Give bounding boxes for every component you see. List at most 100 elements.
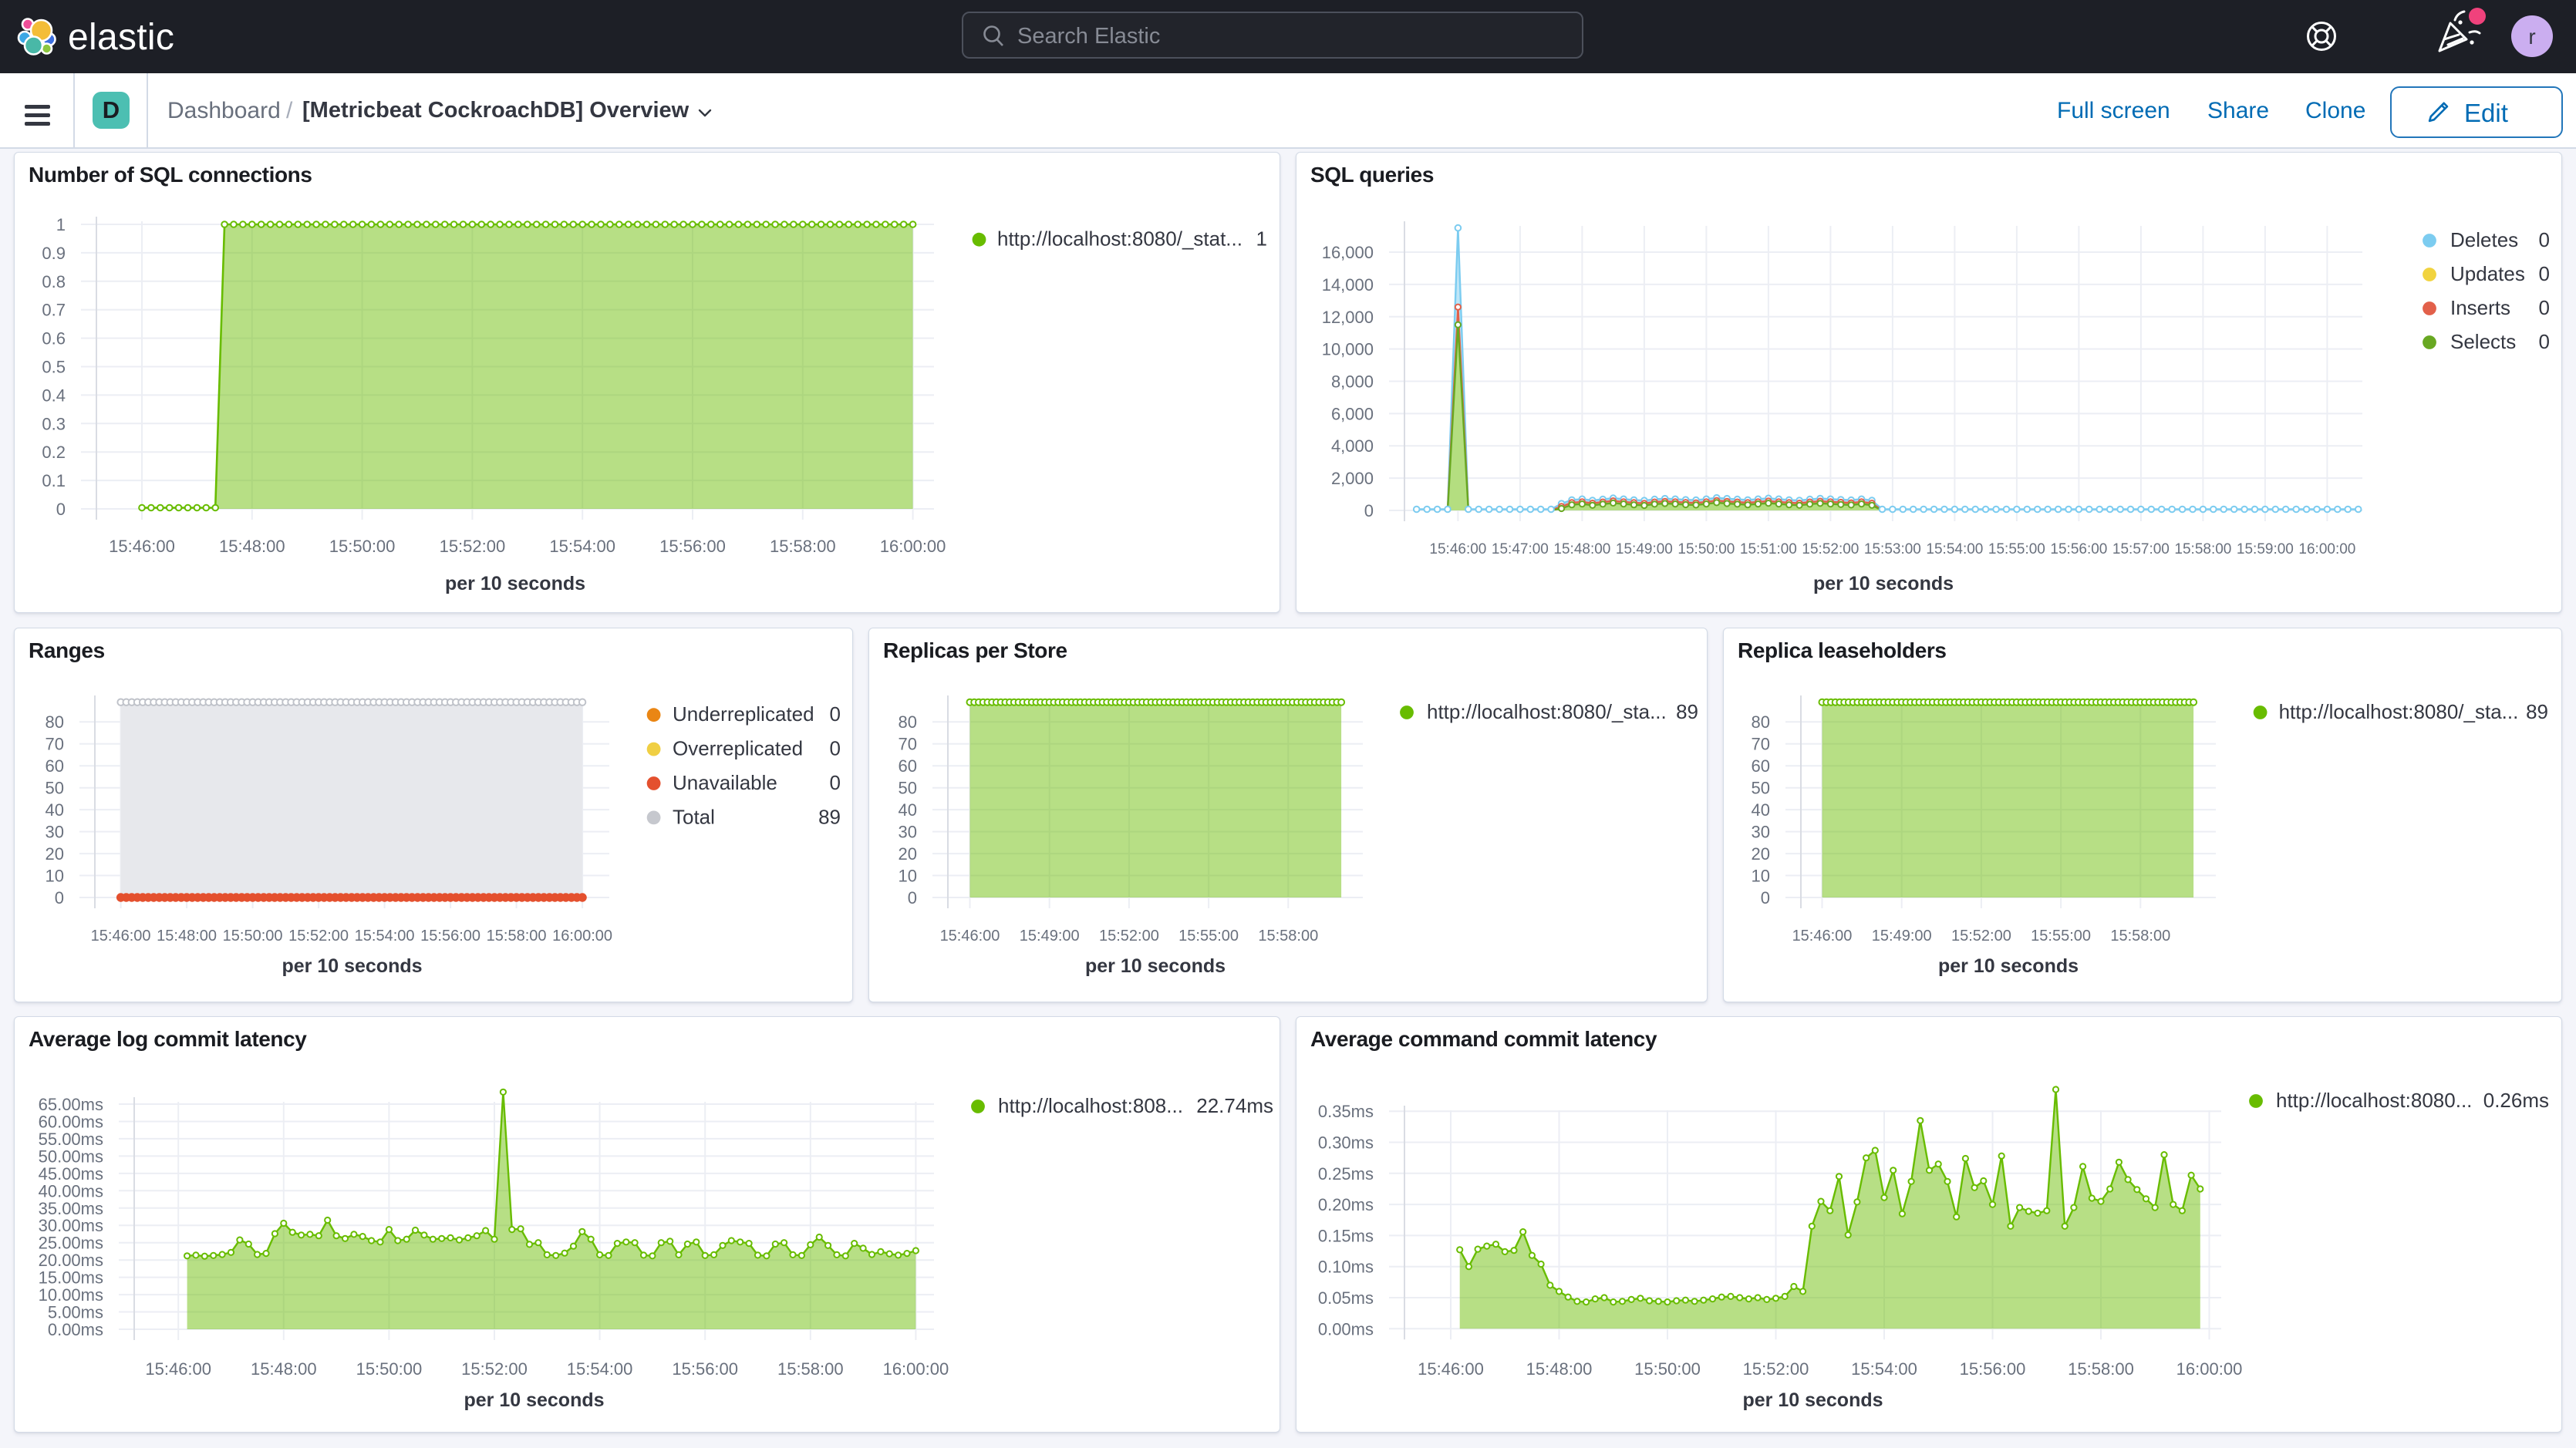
- svg-text:15:48:00: 15:48:00: [1526, 1359, 1593, 1379]
- svg-text:0.25ms: 0.25ms: [1318, 1164, 1374, 1184]
- svg-text:15:56:00: 15:56:00: [659, 537, 726, 556]
- svg-text:0: 0: [908, 888, 917, 908]
- svg-text:http://localhost:8080/_sta...: http://localhost:8080/_sta...: [2279, 700, 2519, 723]
- svg-text:http://localhost:8080/_sta...: http://localhost:8080/_sta...: [1427, 700, 1667, 723]
- svg-text:45.00ms: 45.00ms: [39, 1164, 103, 1184]
- svg-text:15:50:00: 15:50:00: [356, 1359, 423, 1379]
- svg-text:0.8: 0.8: [42, 272, 66, 291]
- svg-text:10: 10: [46, 867, 64, 886]
- svg-text:0.15ms: 0.15ms: [1318, 1226, 1374, 1245]
- svg-text:15:46:00: 15:46:00: [1418, 1359, 1484, 1379]
- svg-text:0: 0: [2539, 228, 2550, 251]
- svg-text:15:52:00: 15:52:00: [1802, 541, 1859, 557]
- svg-text:8,000: 8,000: [1331, 372, 1374, 392]
- svg-text:15:48:00: 15:48:00: [219, 537, 285, 556]
- svg-text:40: 40: [46, 800, 64, 820]
- svg-text:10: 10: [1752, 867, 1770, 886]
- svg-text:16:00:00: 16:00:00: [880, 537, 946, 556]
- svg-text:0.00ms: 0.00ms: [48, 1320, 103, 1339]
- svg-text:per 10 seconds: per 10 seconds: [464, 1389, 604, 1411]
- svg-text:0.2: 0.2: [42, 443, 66, 462]
- svg-text:40: 40: [899, 800, 917, 820]
- svg-text:50.00ms: 50.00ms: [39, 1147, 103, 1166]
- svg-text:15:51:00: 15:51:00: [1740, 541, 1797, 557]
- svg-text:per 10 seconds: per 10 seconds: [1813, 573, 1954, 594]
- svg-text:15:56:00: 15:56:00: [672, 1359, 738, 1379]
- svg-text:0: 0: [830, 737, 841, 760]
- svg-text:0: 0: [1761, 888, 1770, 908]
- svg-text:r: r: [2528, 25, 2535, 49]
- svg-text:70: 70: [46, 735, 64, 754]
- svg-text:30: 30: [899, 823, 917, 842]
- svg-text:0: 0: [830, 771, 841, 794]
- svg-text:20: 20: [899, 844, 917, 864]
- svg-text:15:49:00: 15:49:00: [1020, 928, 1080, 945]
- svg-text:per 10 seconds: per 10 seconds: [282, 955, 422, 977]
- svg-text:per 10 seconds: per 10 seconds: [445, 573, 585, 594]
- svg-text:30: 30: [46, 823, 64, 842]
- svg-text:http://localhost:808...: http://localhost:808...: [998, 1094, 1183, 1117]
- svg-text:Total: Total: [673, 805, 715, 828]
- svg-text:70: 70: [1752, 735, 1770, 754]
- svg-text:Underreplicated: Underreplicated: [673, 702, 814, 726]
- svg-text:15:46:00: 15:46:00: [940, 928, 1000, 945]
- svg-text:50: 50: [899, 779, 917, 798]
- svg-text:15:56:00: 15:56:00: [420, 928, 480, 945]
- svg-text:0.1: 0.1: [42, 471, 66, 490]
- svg-text:1: 1: [1256, 227, 1267, 251]
- svg-text:20.00ms: 20.00ms: [39, 1251, 103, 1270]
- svg-text:15:54:00: 15:54:00: [567, 1359, 633, 1379]
- svg-text:per 10 seconds: per 10 seconds: [1742, 1389, 1883, 1411]
- svg-text:60.00ms: 60.00ms: [39, 1113, 103, 1132]
- svg-text:50: 50: [1752, 779, 1770, 798]
- svg-text:14,000: 14,000: [1322, 275, 1374, 295]
- svg-text:22.74ms: 22.74ms: [1196, 1094, 1273, 1117]
- svg-text:2,000: 2,000: [1331, 469, 1374, 488]
- svg-text:15:46:00: 15:46:00: [1792, 928, 1853, 945]
- svg-text:15:47:00: 15:47:00: [1492, 541, 1549, 557]
- svg-text:15:52:00: 15:52:00: [1099, 928, 1159, 945]
- svg-text:20: 20: [1752, 844, 1770, 864]
- svg-text:Overreplicated: Overreplicated: [673, 737, 803, 760]
- svg-text:15:54:00: 15:54:00: [355, 928, 415, 945]
- svg-text:0.35ms: 0.35ms: [1318, 1102, 1374, 1121]
- svg-text:16:00:00: 16:00:00: [552, 928, 612, 945]
- svg-text:40.00ms: 40.00ms: [39, 1181, 103, 1200]
- svg-text:25.00ms: 25.00ms: [39, 1234, 103, 1253]
- svg-text:0.05ms: 0.05ms: [1318, 1288, 1374, 1308]
- svg-text:15:50:00: 15:50:00: [329, 537, 396, 556]
- svg-text:15:52:00: 15:52:00: [461, 1359, 528, 1379]
- svg-text:15:46:00: 15:46:00: [91, 928, 151, 945]
- svg-text:15:49:00: 15:49:00: [1616, 541, 1673, 557]
- svg-text:15:46:00: 15:46:00: [109, 537, 175, 556]
- svg-text:15:58:00: 15:58:00: [2068, 1359, 2134, 1379]
- svg-text:15:52:00: 15:52:00: [440, 537, 506, 556]
- svg-text:60: 60: [1752, 756, 1770, 776]
- svg-text:16:00:00: 16:00:00: [2176, 1359, 2243, 1379]
- svg-text:0.30ms: 0.30ms: [1318, 1133, 1374, 1153]
- svg-text:15:54:00: 15:54:00: [1926, 541, 1983, 557]
- svg-text:60: 60: [46, 756, 64, 776]
- svg-text:per 10 seconds: per 10 seconds: [1085, 955, 1226, 977]
- svg-text:15.00ms: 15.00ms: [39, 1268, 103, 1288]
- svg-text:15:55:00: 15:55:00: [1988, 541, 2045, 557]
- svg-text:0.00ms: 0.00ms: [1318, 1319, 1374, 1339]
- svg-text:15:55:00: 15:55:00: [2031, 928, 2091, 945]
- svg-text:15:52:00: 15:52:00: [288, 928, 349, 945]
- svg-text:15:56:00: 15:56:00: [2050, 541, 2107, 557]
- svg-text:10: 10: [899, 867, 917, 886]
- svg-text:80: 80: [899, 712, 917, 732]
- svg-text:0.7: 0.7: [42, 301, 66, 320]
- svg-text:10.00ms: 10.00ms: [39, 1285, 103, 1305]
- svg-text:0.9: 0.9: [42, 244, 66, 263]
- svg-text:15:58:00: 15:58:00: [2110, 928, 2170, 945]
- svg-text:15:58:00: 15:58:00: [487, 928, 547, 945]
- svg-text:6,000: 6,000: [1331, 404, 1374, 423]
- svg-text:15:58:00: 15:58:00: [770, 537, 836, 556]
- svg-text:89: 89: [818, 805, 841, 828]
- svg-text:Inserts: Inserts: [2450, 296, 2510, 319]
- svg-text:Updates: Updates: [2450, 262, 2525, 285]
- svg-text:Selects: Selects: [2450, 330, 2516, 353]
- svg-text:15:56:00: 15:56:00: [1960, 1359, 2026, 1379]
- svg-text:55.00ms: 55.00ms: [39, 1130, 103, 1149]
